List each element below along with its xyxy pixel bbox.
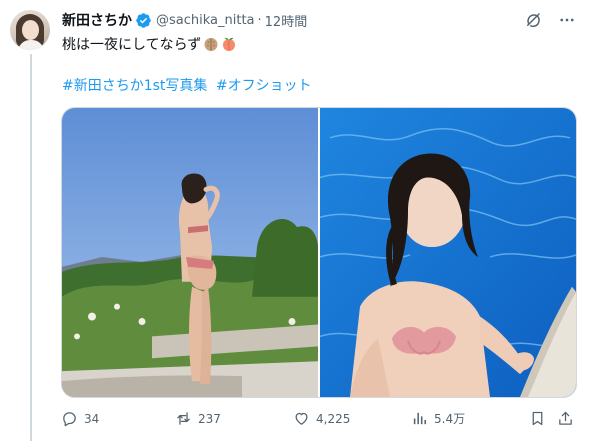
thread-line: [30, 54, 32, 441]
author-name[interactable]: 新田さちか: [62, 10, 132, 30]
bookmark-button[interactable]: [529, 410, 552, 427]
hashtags: #新田さちか1st写真集 #オフショット: [62, 75, 316, 95]
separator: ·: [257, 12, 262, 28]
avatar-face: [22, 20, 39, 40]
hashtag-link[interactable]: #オフショット: [216, 78, 312, 94]
photo-in-pool[interactable]: [320, 108, 576, 397]
repost-button[interactable]: 237: [175, 410, 221, 427]
reply-count: 34: [84, 411, 100, 426]
reply-icon: [63, 412, 76, 427]
grok-icon[interactable]: [524, 11, 542, 29]
hashtag-link[interactable]: #新田さちか1st写真集: [62, 78, 207, 94]
post-text-body: 桃は一夜にしてならず: [62, 37, 202, 53]
share-button[interactable]: [557, 410, 580, 427]
action-bar: 34 237 4,225 5.4万: [61, 410, 577, 432]
post-time[interactable]: 12時間: [265, 11, 308, 30]
photo-poolside-standing[interactable]: [62, 108, 318, 397]
views-icon: [413, 412, 427, 425]
repost-icon: [177, 412, 190, 425]
folded-hands-emoji: [203, 36, 219, 52]
avatar[interactable]: [10, 10, 50, 50]
share-icon: [559, 411, 572, 425]
views-count: 5.4万: [434, 412, 466, 426]
like-count: 4,225: [316, 411, 351, 426]
reply-button[interactable]: 34: [61, 410, 99, 427]
post-top-actions: [524, 11, 576, 29]
like-button[interactable]: 4,225: [293, 410, 350, 427]
media-grid: [61, 107, 577, 398]
post-text: 桃は一夜にしてならず: [62, 34, 237, 54]
author-handle[interactable]: @sachika_nitta: [156, 13, 255, 28]
peach-emoji: [221, 36, 237, 52]
verified-badge-icon: [135, 12, 152, 29]
repost-count: 237: [198, 411, 221, 426]
more-icon[interactable]: [558, 11, 576, 29]
views-button[interactable]: 5.4万: [411, 410, 465, 427]
bookmark-icon: [532, 411, 543, 426]
post-header: 新田さちか @sachika_nitta · 12時間: [62, 10, 307, 30]
like-icon: [295, 412, 308, 425]
